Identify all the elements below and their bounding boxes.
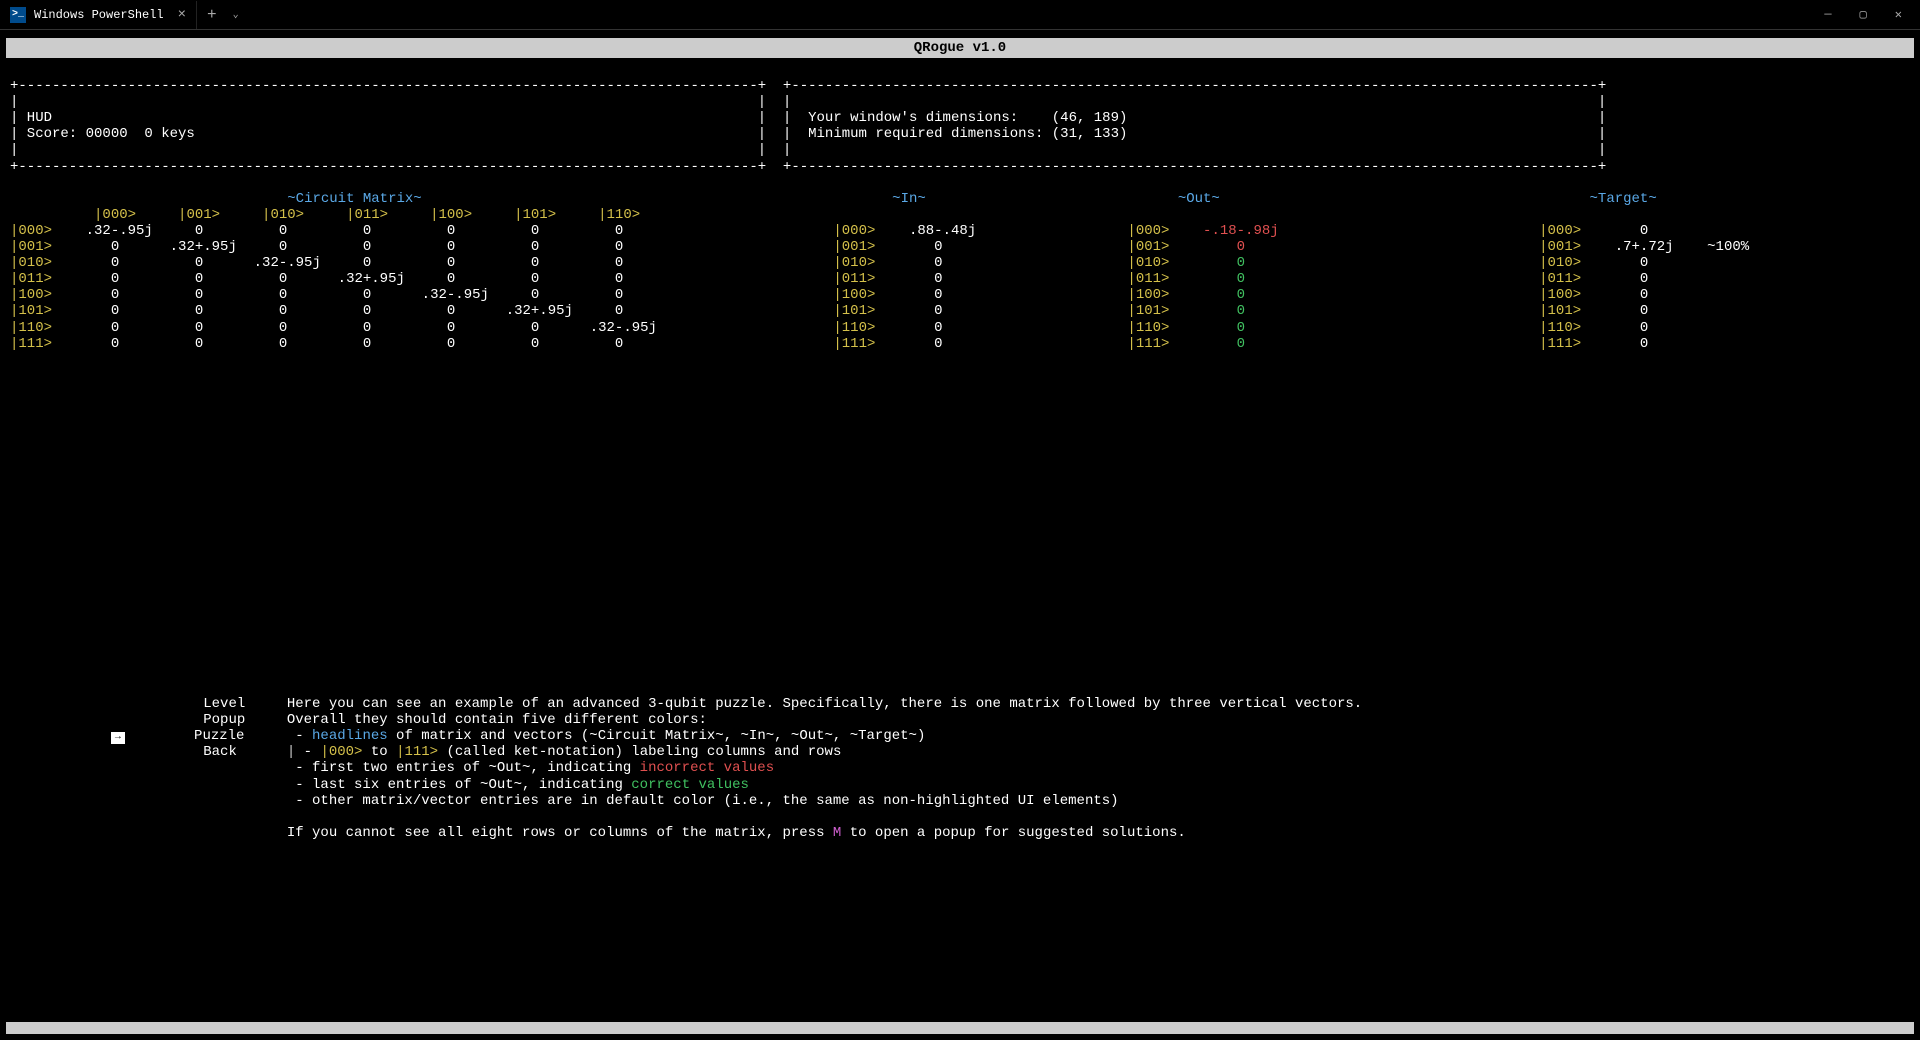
help-text-column: Here you can see an example of an advanc… [287, 696, 1362, 841]
bottom-bar [6, 1022, 1914, 1034]
maximize-button[interactable]: ▢ [1856, 3, 1871, 26]
help-blank [287, 809, 1362, 825]
tab-dropdown-icon[interactable]: ⌄ [227, 9, 245, 21]
help-line: Overall they should contain five differe… [287, 712, 1362, 728]
help-panel: Level Popup → Puzzle Back Here you can s… [10, 680, 1910, 841]
window-controls: — ▢ ✕ [1820, 3, 1920, 26]
titlebar: >_ Windows PowerShell × + ⌄ — ▢ ✕ [0, 0, 1920, 30]
tab-powershell[interactable]: >_ Windows PowerShell × [0, 1, 197, 29]
menu-arrow-icon: → [111, 732, 125, 744]
minimize-button[interactable]: — [1820, 3, 1835, 26]
help-footer: If you cannot see all eight rows or colu… [287, 825, 1362, 841]
close-tab-icon[interactable]: × [178, 7, 186, 23]
menu-column: Level Popup → Puzzle Back [27, 696, 287, 760]
tab-title: Windows PowerShell [34, 8, 164, 22]
close-window-button[interactable]: ✕ [1891, 3, 1906, 26]
help-line: Here you can see an example of an advanc… [287, 696, 1362, 712]
new-tab-button[interactable]: + [197, 6, 227, 24]
help-bullet: - first two entries of ~Out~, indicating… [287, 760, 1362, 776]
help-bullet: | - |000> to |111> (called ket-notation)… [287, 744, 1362, 760]
help-bullet: - last six entries of ~Out~, indicating … [287, 777, 1362, 793]
game-area: +---------------------------------------… [0, 60, 1920, 370]
game-title-banner: QRogue v1.0 [6, 38, 1914, 58]
powershell-icon: >_ [10, 7, 26, 23]
help-bullet: - other matrix/vector entries are in def… [287, 793, 1362, 809]
hud-box: +---------------------------------------… [10, 78, 1910, 175]
help-bullet: - headlines of matrix and vectors (~Circ… [287, 728, 1362, 744]
matrix-vectors-area: ~Circuit Matrix~ ~In~ ~Out~ ~Target~ |00… [10, 191, 1910, 352]
menu-item[interactable]: Puzzle [135, 728, 303, 744]
